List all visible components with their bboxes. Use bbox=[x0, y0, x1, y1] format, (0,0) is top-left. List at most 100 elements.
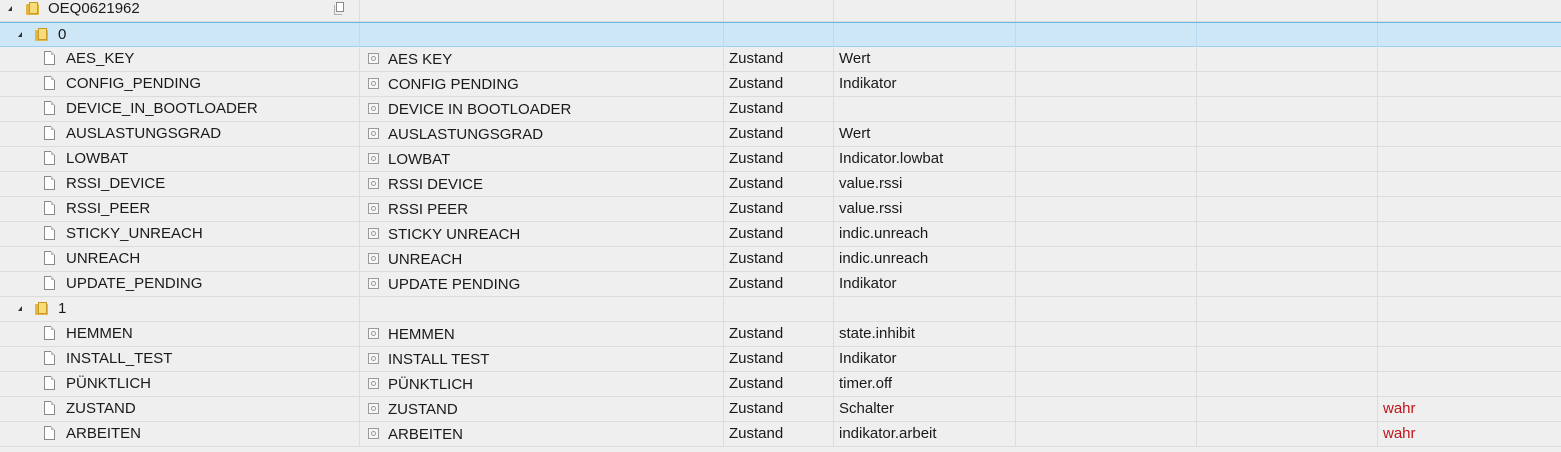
type-label: Zustand bbox=[729, 175, 784, 192]
value-cell[interactable] bbox=[1378, 322, 1561, 346]
copy-icon[interactable] bbox=[334, 2, 344, 15]
tree-row-state[interactable]: STICKY_UNREACH STICKY UNREACH Zustand indic… bbox=[0, 222, 1561, 247]
display-name: UPDATE PENDING bbox=[388, 276, 521, 293]
role-label: indic.unreach bbox=[839, 250, 929, 267]
type-label: Zustand bbox=[729, 50, 784, 67]
value-label[interactable]: wahr bbox=[1383, 397, 1416, 421]
tree-row-state[interactable]: DEVICE_IN_BOOTLOADER DEVICE IN BOOTLOADER… bbox=[0, 97, 1561, 122]
type-cell: Zustand bbox=[724, 147, 834, 171]
role-cell: Wert bbox=[834, 47, 1016, 71]
role-cell: timer.off bbox=[834, 372, 1016, 396]
empty-cell bbox=[1378, 0, 1561, 21]
state-id: PÜNKTLICH bbox=[66, 375, 152, 392]
empty-cell bbox=[360, 297, 724, 321]
name-cell: PÜNKTLICH bbox=[0, 372, 360, 396]
state-id: CONFIG_PENDING bbox=[66, 75, 202, 92]
tree-row-state[interactable]: RSSI_DEVICE RSSI DEVICE Zustand value.rssi bbox=[0, 172, 1561, 197]
empty-cell bbox=[1197, 47, 1378, 71]
state-icon bbox=[368, 353, 379, 364]
tree-row-state[interactable]: LOWBAT LOWBAT Zustand Indicator.lowbat bbox=[0, 147, 1561, 172]
display-name: AUSLASTUNGSGRAD bbox=[388, 126, 544, 143]
expand-arrow-icon[interactable] bbox=[18, 32, 22, 37]
display-name-cell: STICKY UNREACH bbox=[360, 222, 724, 246]
value-cell[interactable] bbox=[1378, 247, 1561, 271]
state-icon bbox=[368, 228, 379, 239]
value-cell[interactable] bbox=[1378, 72, 1561, 96]
empty-cell bbox=[1016, 422, 1197, 446]
display-name-cell: DEVICE IN BOOTLOADER bbox=[360, 97, 724, 121]
type-label: Zustand bbox=[729, 275, 784, 292]
tree-row-state[interactable]: RSSI_PEER RSSI PEER Zustand value.rssi bbox=[0, 197, 1561, 222]
expand-arrow-icon[interactable] bbox=[18, 306, 22, 311]
value-cell[interactable] bbox=[1378, 122, 1561, 146]
tree-row-state[interactable]: ZUSTAND ZUSTAND Zustand Schalter wahr bbox=[0, 397, 1561, 422]
role-cell: indic.unreach bbox=[834, 247, 1016, 271]
value-cell[interactable] bbox=[1378, 147, 1561, 171]
file-icon bbox=[44, 201, 55, 215]
file-icon bbox=[44, 326, 55, 340]
root-label: OEQ0621962 bbox=[48, 0, 140, 17]
state-icon bbox=[368, 253, 379, 264]
name-cell: HEMMEN bbox=[0, 322, 360, 346]
value-cell[interactable] bbox=[1378, 222, 1561, 246]
file-icon bbox=[44, 76, 55, 90]
display-name-cell: CONFIG PENDING bbox=[360, 72, 724, 96]
value-cell[interactable] bbox=[1378, 97, 1561, 121]
value-cell[interactable] bbox=[1378, 47, 1561, 71]
empty-cell bbox=[1197, 322, 1378, 346]
tree-row-state[interactable]: AES_KEY AES KEY Zustand Wert bbox=[0, 47, 1561, 72]
display-name-cell: LOWBAT bbox=[360, 147, 724, 171]
empty-cell bbox=[1197, 72, 1378, 96]
tree-row-state[interactable]: INSTALL_TEST INSTALL TEST Zustand Indikator bbox=[0, 347, 1561, 372]
value-label[interactable]: wahr bbox=[1383, 422, 1416, 446]
role-label: value.rssi bbox=[839, 175, 903, 192]
display-name: AES KEY bbox=[388, 51, 453, 68]
role-cell: indikator.arbeit bbox=[834, 422, 1016, 446]
tree-row-state[interactable]: HEMMEN HEMMEN Zustand state.inhibit bbox=[0, 322, 1561, 347]
state-icon bbox=[368, 103, 379, 114]
value-cell[interactable]: wahr bbox=[1378, 397, 1561, 421]
state-id: AUSLASTUNGSGRAD bbox=[66, 125, 222, 142]
tree-row-state[interactable]: PÜNKTLICH PÜNKTLICH Zustand timer.off bbox=[0, 372, 1561, 397]
value-cell[interactable] bbox=[1378, 172, 1561, 196]
value-cell[interactable] bbox=[1378, 272, 1561, 296]
role-label: Indikator bbox=[839, 350, 897, 367]
role-cell: Indicator.lowbat bbox=[834, 147, 1016, 171]
expand-arrow-icon[interactable] bbox=[8, 6, 12, 11]
role-cell: Schalter bbox=[834, 397, 1016, 421]
display-name-cell: HEMMEN bbox=[360, 322, 724, 346]
display-name: CONFIG PENDING bbox=[388, 76, 519, 93]
tree-row-root[interactable]: OEQ0621962 bbox=[0, 0, 1561, 22]
empty-cell bbox=[1016, 372, 1197, 396]
tree-row-state[interactable]: UPDATE_PENDING UPDATE PENDING Zustand Indik… bbox=[0, 272, 1561, 297]
empty-cell bbox=[1197, 23, 1378, 47]
value-cell[interactable] bbox=[1378, 372, 1561, 396]
empty-cell bbox=[1016, 222, 1197, 246]
name-cell: 0 bbox=[0, 23, 360, 47]
tree-row-state[interactable]: UNREACH UNREACH Zustand indic.unreach bbox=[0, 247, 1561, 272]
empty-cell bbox=[1016, 72, 1197, 96]
file-icon bbox=[44, 376, 55, 390]
type-label: Zustand bbox=[729, 250, 784, 267]
role-cell: state.inhibit bbox=[834, 322, 1016, 346]
value-cell[interactable] bbox=[1378, 197, 1561, 221]
tree-row-channel[interactable]: 1 bbox=[0, 297, 1561, 322]
type-label: Zustand bbox=[729, 200, 784, 217]
type-label: Zustand bbox=[729, 225, 784, 242]
type-label: Zustand bbox=[729, 100, 784, 117]
empty-cell bbox=[1016, 197, 1197, 221]
tree-row-channel[interactable]: 0 bbox=[0, 22, 1561, 47]
empty-cell bbox=[1016, 122, 1197, 146]
value-cell[interactable]: wahr bbox=[1378, 422, 1561, 446]
display-name: UNREACH bbox=[388, 251, 463, 268]
tree-row-state[interactable]: CONFIG_PENDING CONFIG PENDING Zustand Indik… bbox=[0, 72, 1561, 97]
tree-row-state[interactable]: AUSLASTUNGSGRAD AUSLASTUNGSGRAD Zustand Wer… bbox=[0, 122, 1561, 147]
role-cell: Indikator bbox=[834, 72, 1016, 96]
value-cell[interactable] bbox=[1378, 347, 1561, 371]
empty-cell bbox=[1197, 397, 1378, 421]
role-cell: Wert bbox=[834, 122, 1016, 146]
empty-cell bbox=[724, 0, 834, 21]
type-cell: Zustand bbox=[724, 322, 834, 346]
tree-row-state[interactable]: ARBEITEN ARBEITEN Zustand indikator.arbeit w… bbox=[0, 422, 1561, 447]
type-cell: Zustand bbox=[724, 397, 834, 421]
